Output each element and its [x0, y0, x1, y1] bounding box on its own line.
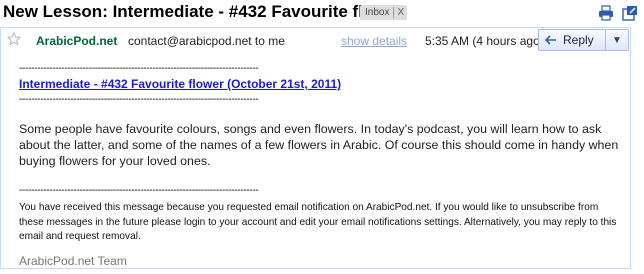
message-header: ArabicPod.net contact@arabicpod.net to m…	[1, 28, 630, 56]
sender-name[interactable]: ArabicPod.net	[36, 34, 117, 48]
reply-arrow-icon	[545, 35, 556, 45]
reply-label: Reply	[563, 33, 594, 47]
more-actions-button[interactable]: ▼	[605, 29, 629, 51]
subject-title: New Lesson: Intermediate - #432 Favourit…	[3, 2, 403, 21]
sender-address: contact@arabicpod.net to me	[128, 34, 285, 48]
divider-under-link: ----------------------------------------…	[19, 95, 259, 105]
subject-bar: New Lesson: Intermediate - #432 Favourit…	[0, 0, 644, 26]
message-body: ----------------------------------------…	[19, 64, 619, 268]
message-card: ArabicPod.net contact@arabicpod.net to m…	[0, 27, 631, 269]
intro-paragraph: Some people have favourite colours, song…	[19, 122, 619, 168]
label-name[interactable]: Inbox	[365, 7, 389, 18]
message-time: 5:35 AM (4 hours ago)	[425, 34, 544, 48]
reply-button[interactable]: Reply	[538, 29, 606, 51]
star-icon[interactable]	[6, 31, 22, 46]
lesson-link[interactable]: Intermediate - #432 Favourite flower (Oc…	[19, 77, 619, 91]
print-icon[interactable]	[598, 5, 614, 21]
top-icons	[598, 5, 638, 21]
remove-label-button[interactable]: X	[393, 7, 404, 18]
show-details-link[interactable]: show details	[341, 34, 407, 48]
signature: ArabicPod.net Team	[19, 253, 127, 268]
divider-top: ----------------------------------------…	[19, 64, 259, 74]
inbox-label-chip[interactable]: Inbox X	[360, 5, 408, 20]
unsubscribe-notice: You have received this message because y…	[19, 202, 617, 242]
new-window-icon[interactable]	[622, 5, 638, 21]
divider-bottom: ----------------------------------------…	[19, 186, 259, 196]
